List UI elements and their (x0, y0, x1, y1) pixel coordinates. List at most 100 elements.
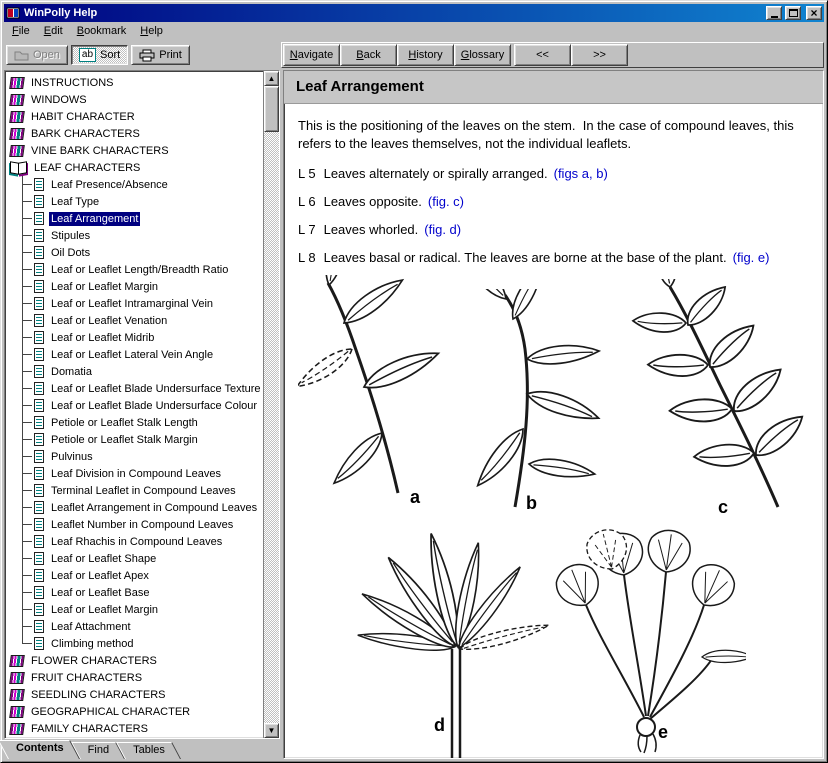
minimize-button[interactable] (766, 6, 782, 20)
book-icon (9, 672, 25, 684)
tree-item-label: Leaf Division in Compound Leaves (49, 467, 223, 481)
glossary-button[interactable]: Glossary (454, 44, 511, 66)
tree-item[interactable]: Stipules (7, 227, 263, 244)
tree-item[interactable]: Leaf or Leaflet Apex (7, 567, 263, 584)
tree-item[interactable]: Leaf or Leaflet Length/Breadth Ratio (7, 261, 263, 278)
tree-connector (22, 567, 32, 584)
previous-topic-button[interactable]: << (514, 44, 571, 66)
figure-link[interactable]: (fig. e) (733, 250, 770, 265)
tree-item[interactable]: Leaf or Leaflet Margin (7, 278, 263, 295)
tree-item[interactable]: Leaf Type (7, 193, 263, 210)
tree-item[interactable]: FAMILY CHARACTERS (7, 720, 263, 737)
page-icon (34, 212, 44, 225)
tree-item[interactable]: Terminal Leaflet in Compound Leaves (7, 482, 263, 499)
scroll-up-button[interactable]: ▲ (264, 71, 279, 86)
scroll-thumb[interactable] (264, 86, 279, 132)
sort-button[interactable]: ab Sort (71, 45, 128, 65)
tree-item[interactable]: SEEDLING CHARACTERS (7, 686, 263, 703)
app-window: WinPolly Help × File Edit Bookmark Help … (0, 0, 828, 763)
tree-item[interactable]: Leaf Arrangement (7, 210, 263, 227)
figure-link[interactable]: (figs a, b) (554, 166, 608, 181)
scroll-track[interactable] (264, 86, 279, 723)
tree-item[interactable]: FRUIT CHARACTERS (7, 669, 263, 686)
tree-item[interactable]: Domatia (7, 363, 263, 380)
open-button[interactable]: Open (6, 45, 68, 65)
tree-item[interactable]: HABIT CHARACTER (7, 108, 263, 125)
tree-item[interactable]: Leaf or Leaflet Blade Undersurface Colou… (7, 397, 263, 414)
scroll-down-button[interactable]: ▼ (264, 723, 279, 738)
tree-item[interactable]: Leaf or Leaflet Margin (7, 601, 263, 618)
menu-file[interactable]: File (5, 22, 37, 41)
page-icon (34, 620, 44, 633)
tree-item[interactable]: FLOWER CHARACTERS (7, 652, 263, 669)
tree-item[interactable]: Leaf or Leaflet Shape (7, 550, 263, 567)
topic-intro: This is the positioning of the leaves on… (298, 117, 815, 153)
tree-connector (22, 618, 32, 635)
figure-d-whorled-leaves (340, 521, 572, 758)
book-icon (9, 77, 25, 89)
book-icon (9, 689, 25, 701)
tree-item-label: Leaf or Leaflet Blade Undersurface Textu… (49, 382, 263, 396)
tree-item[interactable]: Leaf or Leaflet Base (7, 584, 263, 601)
tree-item[interactable]: Leaf or Leaflet Venation (7, 312, 263, 329)
tree-item[interactable]: GEOGRAPHICAL CHARACTER (7, 703, 263, 720)
tree-item[interactable]: INSTRUCTIONS (7, 74, 263, 91)
entry-code: L 8 (298, 250, 316, 265)
app-icon (6, 6, 20, 20)
menu-edit[interactable]: Edit (37, 22, 70, 41)
figure-label-e: e (658, 722, 668, 743)
tree-item[interactable]: Pulvinus (7, 448, 263, 465)
tree-scrollbar[interactable]: ▲ ▼ (263, 71, 279, 738)
tree-connector (22, 635, 32, 644)
tree-item[interactable]: Leaf Attachment (7, 618, 263, 635)
tree-item[interactable]: Leaf or Leaflet Blade Undersurface Textu… (7, 380, 263, 397)
tree-item-label: Leaf or Leaflet Margin (49, 280, 160, 294)
next-topic-button[interactable]: >> (571, 44, 628, 66)
back-button[interactable]: Back (340, 44, 397, 66)
menu-help[interactable]: Help (133, 22, 170, 41)
print-button[interactable]: Print (131, 45, 190, 65)
title-bar[interactable]: WinPolly Help × (4, 4, 824, 22)
page-icon (34, 637, 44, 650)
tree-item[interactable]: Leaf or Leaflet Intramarginal Vein (7, 295, 263, 312)
tree-item[interactable]: Climbing method (7, 635, 263, 652)
tree-item[interactable]: LEAF CHARACTERS (7, 159, 263, 176)
tree-connector (22, 516, 32, 533)
figure-e-basal-leaves (554, 525, 746, 758)
tree-item-label: Terminal Leaflet in Compound Leaves (49, 484, 238, 498)
tree-item-label: Leaf Attachment (49, 620, 133, 634)
menu-bookmark[interactable]: Bookmark (70, 22, 134, 41)
maximize-button[interactable] (785, 6, 801, 20)
tree-item[interactable]: Leaflet Number in Compound Leaves (7, 516, 263, 533)
page-icon (34, 195, 44, 208)
tree-item[interactable]: Leaf Rhachis in Compound Leaves (7, 533, 263, 550)
tree-item[interactable]: Leaflet Arrangement in Compound Leaves (7, 499, 263, 516)
tree-item[interactable]: Petiole or Leaflet Stalk Margin (7, 431, 263, 448)
tree-item[interactable]: Leaf or Leaflet Lateral Vein Angle (7, 346, 263, 363)
tree-item[interactable]: Petiole or Leaflet Stalk Length (7, 414, 263, 431)
history-button[interactable]: History (397, 44, 454, 66)
tree-connector (22, 431, 32, 448)
tree-item[interactable]: VINE BARK CHARACTERS (7, 142, 263, 159)
tab-contents[interactable]: Contents (8, 740, 80, 759)
open-button-label: Open (33, 49, 60, 61)
tree-item[interactable]: Leaf Division in Compound Leaves (7, 465, 263, 482)
tree-item[interactable]: Leaf Presence/Absence (7, 176, 263, 193)
tree-connector (22, 601, 32, 618)
close-button[interactable]: × (806, 6, 822, 20)
book-icon (9, 145, 25, 157)
tab-tables[interactable]: Tables (125, 742, 181, 759)
tree-item[interactable]: BARK CHARACTERS (7, 125, 263, 142)
minimize-icon (771, 16, 778, 18)
tree-item[interactable]: WINDOWS (7, 91, 263, 108)
book-icon (9, 111, 25, 123)
open-folder-icon (14, 50, 29, 61)
figure-link[interactable]: (fig. d) (424, 222, 461, 237)
book-icon (9, 723, 25, 735)
tree-item[interactable]: Oil Dots (7, 244, 263, 261)
tree-item[interactable]: GLOSSARY (7, 737, 263, 738)
tree-item[interactable]: Leaf or Leaflet Midrib (7, 329, 263, 346)
navigate-button[interactable]: Navigate (283, 44, 340, 66)
figure-link[interactable]: (fig. c) (428, 194, 464, 209)
tree-item-label: Leaf or Leaflet Shape (49, 552, 158, 566)
